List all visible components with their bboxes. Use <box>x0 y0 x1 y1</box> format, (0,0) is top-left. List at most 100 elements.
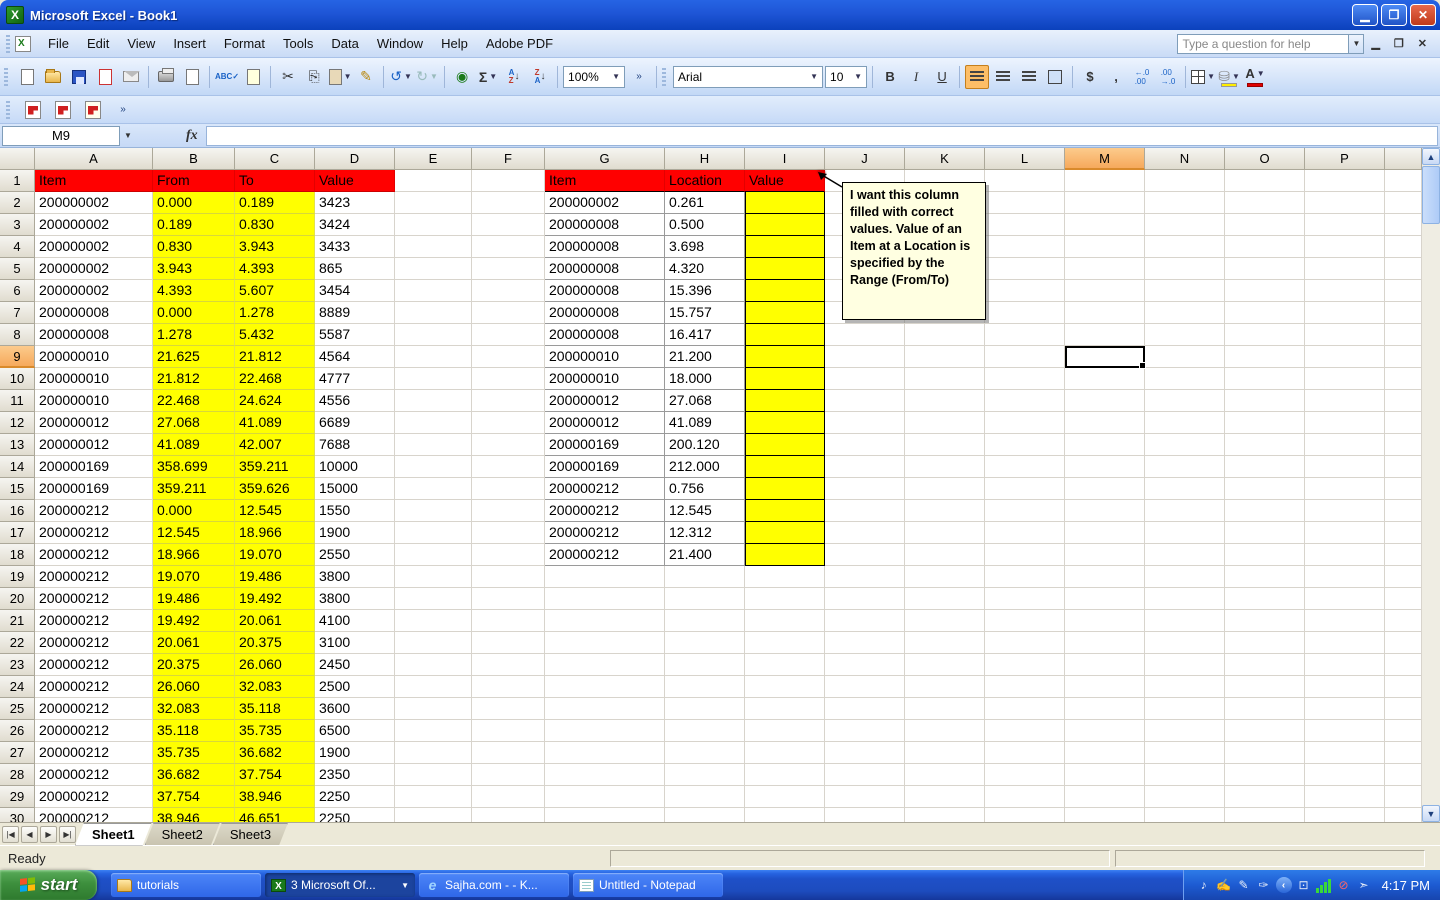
insert-function-icon[interactable]: fx <box>186 128 198 144</box>
cell-P28[interactable] <box>1305 764 1385 786</box>
cell-E20[interactable] <box>395 588 472 610</box>
cell-F11[interactable] <box>472 390 545 412</box>
cell-E29[interactable] <box>395 786 472 808</box>
row-header-28[interactable]: 28 <box>0 764 35 786</box>
cell-L1[interactable] <box>985 170 1065 192</box>
cell-P18[interactable] <box>1305 544 1385 566</box>
cell-H17[interactable]: 12.312 <box>665 522 745 544</box>
cell-N28[interactable] <box>1145 764 1225 786</box>
cell-G18[interactable]: 200000212 <box>545 544 665 566</box>
cell-C6[interactable]: 5.607 <box>235 280 315 302</box>
cell-P9[interactable] <box>1305 346 1385 368</box>
cell-D25[interactable]: 3600 <box>315 698 395 720</box>
cell-N2[interactable] <box>1145 192 1225 214</box>
cell-A12[interactable]: 200000012 <box>35 412 153 434</box>
cell-K8[interactable] <box>905 324 985 346</box>
align-center-button[interactable] <box>991 65 1015 89</box>
permission-button[interactable] <box>93 65 117 89</box>
cell-P24[interactable] <box>1305 676 1385 698</box>
cell-O20[interactable] <box>1225 588 1305 610</box>
cell-I4[interactable] <box>745 236 825 258</box>
cell-O25[interactable] <box>1225 698 1305 720</box>
cell-H10[interactable]: 18.000 <box>665 368 745 390</box>
cell-D20[interactable]: 3800 <box>315 588 395 610</box>
cell-C23[interactable]: 26.060 <box>235 654 315 676</box>
select-all-corner[interactable] <box>0 148 35 170</box>
cell-H20[interactable] <box>665 588 745 610</box>
cell-K14[interactable] <box>905 456 985 478</box>
row-header-19[interactable]: 19 <box>0 566 35 588</box>
cell-D1[interactable]: Value <box>315 170 395 192</box>
cell-I26[interactable] <box>745 720 825 742</box>
cell-H23[interactable] <box>665 654 745 676</box>
cell-K16[interactable] <box>905 500 985 522</box>
cell-E25[interactable] <box>395 698 472 720</box>
decrease-decimal-button[interactable]: .00→.0 <box>1156 65 1180 89</box>
cell-I10[interactable] <box>745 368 825 390</box>
column-header-N[interactable]: N <box>1145 148 1225 170</box>
cell-H5[interactable]: 4.320 <box>665 258 745 280</box>
taskbar-group-dropdown-icon[interactable]: ▼ <box>401 881 409 890</box>
cell-E1[interactable] <box>395 170 472 192</box>
cell-K10[interactable] <box>905 368 985 390</box>
cell-G17[interactable]: 200000212 <box>545 522 665 544</box>
cell-N7[interactable] <box>1145 302 1225 324</box>
cell-L12[interactable] <box>985 412 1065 434</box>
cell-G15[interactable]: 200000212 <box>545 478 665 500</box>
cell-O9[interactable] <box>1225 346 1305 368</box>
cell-A16[interactable]: 200000212 <box>35 500 153 522</box>
cell-F28[interactable] <box>472 764 545 786</box>
taskbar-item-sajha-com-k[interactable]: eSajha.com - - K... <box>419 873 569 897</box>
cell-G1[interactable]: Item <box>545 170 665 192</box>
cell-J11[interactable] <box>825 390 905 412</box>
cell-I20[interactable] <box>745 588 825 610</box>
cell-N20[interactable] <box>1145 588 1225 610</box>
cell-H13[interactable]: 200.120 <box>665 434 745 456</box>
cell-E4[interactable] <box>395 236 472 258</box>
cell-L8[interactable] <box>985 324 1065 346</box>
cell-P15[interactable] <box>1305 478 1385 500</box>
research-button[interactable] <box>241 65 265 89</box>
cell-M24[interactable] <box>1065 676 1145 698</box>
cell-H3[interactable]: 0.500 <box>665 214 745 236</box>
cell-D13[interactable]: 7688 <box>315 434 395 456</box>
cell-P11[interactable] <box>1305 390 1385 412</box>
cell-P17[interactable] <box>1305 522 1385 544</box>
cell-E6[interactable] <box>395 280 472 302</box>
cell-P5[interactable] <box>1305 258 1385 280</box>
cell-O18[interactable] <box>1225 544 1305 566</box>
cell-B18[interactable]: 18.966 <box>153 544 235 566</box>
cell-O10[interactable] <box>1225 368 1305 390</box>
cell-N15[interactable] <box>1145 478 1225 500</box>
cell-E26[interactable] <box>395 720 472 742</box>
cell-J13[interactable] <box>825 434 905 456</box>
row-header-1[interactable]: 1 <box>0 170 35 192</box>
cell-P3[interactable] <box>1305 214 1385 236</box>
cell-N10[interactable] <box>1145 368 1225 390</box>
cell-D9[interactable]: 4564 <box>315 346 395 368</box>
cell-I12[interactable] <box>745 412 825 434</box>
cell-P4[interactable] <box>1305 236 1385 258</box>
cell-D27[interactable]: 1900 <box>315 742 395 764</box>
cell-C15[interactable]: 359.626 <box>235 478 315 500</box>
row-header-6[interactable]: 6 <box>0 280 35 302</box>
cell-N14[interactable] <box>1145 456 1225 478</box>
increase-decimal-button[interactable]: ←.0.00 <box>1130 65 1154 89</box>
underline-button[interactable]: U <box>930 65 954 89</box>
cell-P23[interactable] <box>1305 654 1385 676</box>
start-button[interactable]: start <box>0 870 97 900</box>
cell-I8[interactable] <box>745 324 825 346</box>
copy-button[interactable]: ⎘ <box>302 65 326 89</box>
column-header-P[interactable]: P <box>1305 148 1385 170</box>
cell-H12[interactable]: 41.089 <box>665 412 745 434</box>
cell-L4[interactable] <box>985 236 1065 258</box>
cell-J8[interactable] <box>825 324 905 346</box>
cell-J18[interactable] <box>825 544 905 566</box>
cell-I13[interactable] <box>745 434 825 456</box>
cell-F4[interactable] <box>472 236 545 258</box>
cell-P14[interactable] <box>1305 456 1385 478</box>
menu-item-insert[interactable]: Insert <box>164 32 215 55</box>
collapse-arrow-icon[interactable]: ‹ <box>1276 877 1292 893</box>
cell-P21[interactable] <box>1305 610 1385 632</box>
cell-D11[interactable]: 4556 <box>315 390 395 412</box>
